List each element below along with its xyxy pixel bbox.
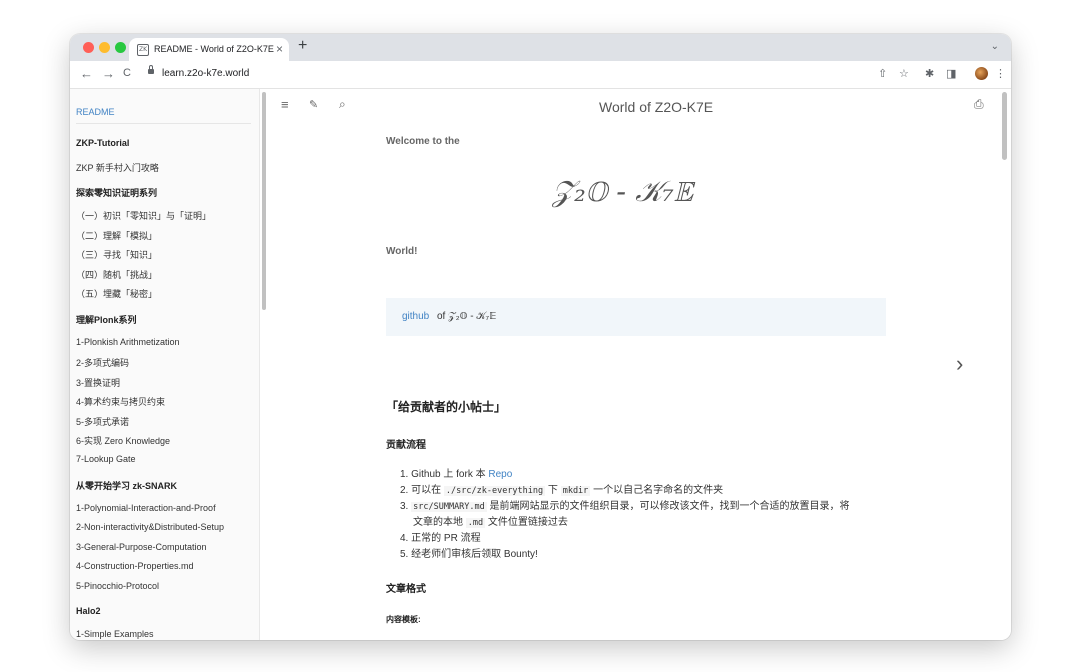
sidebar-item-snark-5[interactable]: 5-Pinocchio-Protocol [76,581,159,591]
sidebar-item-zkp-3[interactable]: （三）寻找「知识」 [76,248,157,261]
sidebar-item-plonk-1[interactable]: 1-Plonkish Arithmetization [76,337,180,347]
list-item: 5. 经老师们审核后领取 Bounty! [400,549,538,560]
side-panel-icon[interactable]: ◨ [946,67,956,80]
sidebar-item-zkp-1[interactable]: （一）初识「零知识」与「证明」 [76,209,211,222]
profile-avatar[interactable] [975,67,988,80]
forward-arrow-icon[interactable]: → [102,66,115,81]
repo-link[interactable]: Repo [488,469,512,480]
world-text: World! [386,246,418,257]
reload-icon[interactable]: C [123,67,131,79]
sidebar-header-explore-zkp: 探索零知识证明系列 [76,188,158,198]
list-item-continued: 文章的本地 .md 文件位置链接过去 [413,517,568,528]
sidebar-divider [76,123,251,124]
sidebar-item-zkp-2[interactable]: （二）理解「模拟」 [76,229,157,242]
new-tab-icon[interactable]: + [298,37,307,55]
next-page-chevron-icon[interactable]: › [956,351,963,377]
process-heading: 贡献流程 [386,440,426,451]
tab-readme[interactable]: ZK README - World of Z2O-K7E × [129,38,289,61]
tips-heading: 「给贡献者的小帖士」 [386,400,507,414]
sidebar-item-zkp-4[interactable]: （四）随机「挑战」 [76,268,157,281]
minimize-window-button[interactable] [99,42,110,53]
sidebar-item-plonk-7[interactable]: 7-Lookup Gate [76,454,136,464]
sidebar-item-snark-3[interactable]: 3-General-Purpose-Computation [76,542,207,552]
browser-toolbar: ← → C learn.z2o-k7e.world ⇧ ☆ ✱ ◨ ⋮ [70,61,1011,89]
search-icon[interactable]: ⌕ [339,97,346,112]
tab-search-chevron-icon[interactable]: ⌄ [991,41,999,52]
sidebar-header-zkp-tutorial: ZKP-Tutorial [76,138,130,148]
browser-window: ZK README - World of Z2O-K7E × + ⌄ ← → C… [70,34,1011,640]
sidebar-item-readme[interactable]: README [76,107,115,117]
z2o-k7e-logo: 𝒵₂𝕆 - 𝒦₇𝔼 [552,174,694,208]
sidebar-item-snark-1[interactable]: 1-Polynomial-Interaction-and-Proof [76,503,216,513]
list-item: 1. Github 上 fork 本 Repo [400,469,513,480]
sidebar-item-plonk-2[interactable]: 2-多项式编码 [76,356,129,369]
address-bar[interactable]: learn.z2o-k7e.world [162,68,249,79]
github-link[interactable]: github [402,311,429,322]
extensions-puzzle-icon[interactable]: ✱ [925,67,934,80]
format-heading: 文章格式 [386,584,426,595]
sidebar-item-plonk-6[interactable]: 6-实现 Zero Knowledge [76,434,170,447]
list-item: 3. src/SUMMARY.md 是前端网站显示的文件组织目录，可以修改该文件… [400,501,850,512]
tab-close-icon[interactable]: × [276,42,283,56]
theme-brush-icon[interactable]: ✎ [309,98,318,111]
list-item: 4. 正常的 PR 流程 [400,533,481,544]
list-item: 2. 可以在 ./src/zk-everything 下 mkdir 一个以自己… [400,485,724,496]
sidebar-header-halo2: Halo2 [76,606,101,616]
more-menu-icon[interactable]: ⋮ [995,67,1006,80]
print-icon[interactable]: ⎙ [974,97,984,112]
maximize-window-button[interactable] [115,42,126,53]
welcome-text: Welcome to the [386,136,460,147]
github-suffix: of 𝒵₂𝕆 - 𝒦₇𝔼 [437,311,497,322]
sidebar-toc: README ZKP-Tutorial ZKP 新手村入门攻略 探索零知识证明系… [70,89,260,640]
back-arrow-icon[interactable]: ← [80,66,93,81]
close-window-button[interactable] [83,42,94,53]
lock-icon [148,65,154,74]
sidebar-item-plonk-4[interactable]: 4-算术约束与拷贝约束 [76,395,165,408]
template-heading: 内容模板: [386,615,421,624]
sidebar-header-zksnark: 从零开始学习 zk-SNARK [76,481,178,491]
bookmark-star-icon[interactable]: ☆ [899,67,909,80]
favicon-icon: ZK [137,44,149,56]
share-icon[interactable]: ⇧ [878,67,887,80]
sidebar-item-snark-4[interactable]: 4-Construction-Properties.md [76,561,194,571]
github-blockquote: github of 𝒵₂𝕆 - 𝒦₇𝔼 [386,298,886,336]
page-title: World of Z2O-K7E [599,99,714,115]
sidebar-item-plonk-3[interactable]: 3-置换证明 [76,376,120,389]
sidebar-item-zkp-intro[interactable]: ZKP 新手村入门攻略 [76,161,159,174]
sidebar-item-halo2-1[interactable]: 1-Simple Examples [76,629,154,639]
content-scrollbar[interactable] [1002,92,1007,160]
sidebar-item-plonk-5[interactable]: 5-多项式承诺 [76,415,129,428]
sidebar-header-plonk: 理解Plonk系列 [76,315,137,325]
sidebar-item-snark-2[interactable]: 2-Non-interactivity&Distributed-Setup [76,522,224,532]
main-content: ≡ ✎ ⌕ World of Z2O-K7E ⎙ Welcome to the … [266,89,1011,640]
sidebar-item-zkp-5[interactable]: （五）埋藏「秘密」 [76,287,157,300]
tab-title: README - World of Z2O-K7E [154,44,274,54]
tab-bar: ZK README - World of Z2O-K7E × + ⌄ [70,34,1011,61]
menu-toggle-icon[interactable]: ≡ [281,97,289,112]
